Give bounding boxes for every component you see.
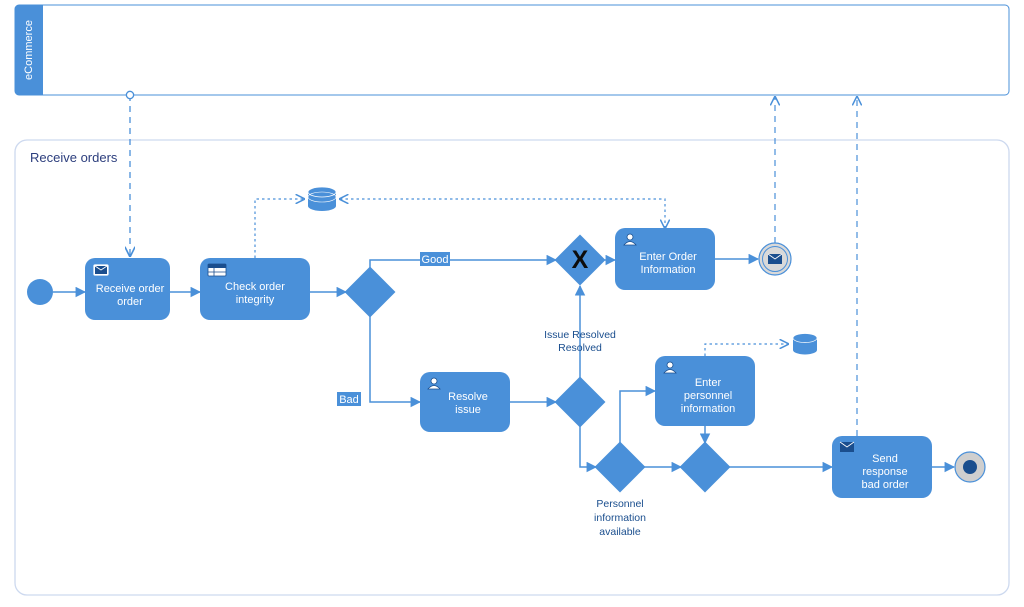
svg-text:eCommerce: eCommerce bbox=[23, 20, 35, 80]
group-receive-orders: Receive orders bbox=[15, 140, 1009, 595]
flow-resolve-down bbox=[580, 426, 596, 467]
svg-text:Receive orders: Receive orders bbox=[30, 150, 118, 165]
flow-good: Good bbox=[370, 252, 556, 268]
event-message-throw bbox=[759, 243, 791, 275]
svg-text:Receive order: Receive order bbox=[96, 283, 165, 295]
svg-text:issue: issue bbox=[455, 404, 481, 416]
start-event bbox=[27, 279, 53, 305]
task-receive-order: Receive order order bbox=[85, 258, 170, 320]
data-store-right bbox=[793, 334, 817, 355]
svg-text:Personnel: Personnel bbox=[596, 498, 643, 510]
svg-text:Resolved: Resolved bbox=[558, 342, 602, 354]
bpmn-diagram: eCommerce Receive orders Receive order o… bbox=[0, 0, 1024, 607]
svg-text:integrity: integrity bbox=[236, 294, 275, 306]
svg-text:order: order bbox=[117, 296, 143, 308]
task-enter-personnel: Enter personnel information bbox=[655, 356, 755, 426]
svg-text:Bad: Bad bbox=[339, 394, 359, 406]
svg-text:Good: Good bbox=[422, 254, 449, 266]
gateway-resolve bbox=[555, 377, 606, 428]
svg-text:information: information bbox=[681, 403, 735, 415]
task-resolve-issue: Resolve issue bbox=[420, 372, 510, 432]
svg-text:response: response bbox=[862, 466, 907, 478]
group-label: Receive orders bbox=[30, 150, 118, 165]
svg-text:Send: Send bbox=[872, 453, 898, 465]
svg-text:available: available bbox=[599, 526, 641, 538]
table-icon bbox=[208, 264, 226, 276]
svg-text:personnel: personnel bbox=[684, 390, 732, 402]
data-store-top bbox=[308, 187, 336, 211]
flow-personnel-up bbox=[620, 391, 655, 443]
gateway-merge-x: X bbox=[555, 235, 606, 286]
pool-label: eCommerce bbox=[23, 20, 35, 80]
svg-text:Information: Information bbox=[640, 264, 695, 276]
task-enter-order: Enter Order Information bbox=[615, 228, 715, 290]
svg-text:Enter: Enter bbox=[695, 377, 722, 389]
task-check-integrity: Check order integrity bbox=[200, 258, 310, 320]
svg-text:Check order: Check order bbox=[225, 281, 285, 293]
svg-text:bad order: bad order bbox=[861, 479, 908, 491]
data-assoc-personnel-store bbox=[705, 344, 788, 356]
svg-text:Enter Order: Enter Order bbox=[639, 251, 697, 263]
pool-ecommerce: eCommerce bbox=[15, 5, 1009, 95]
gateway-merge-personnel bbox=[680, 442, 731, 493]
message-icon bbox=[840, 442, 854, 452]
task-send-bad: Send response bad order bbox=[832, 436, 932, 498]
data-assoc-check-store bbox=[255, 199, 304, 258]
gateway-integrity bbox=[345, 267, 396, 318]
gateway-personnel bbox=[595, 442, 646, 493]
end-event bbox=[955, 452, 985, 482]
label-personnel-available: Personnel information available bbox=[594, 498, 646, 538]
message-icon bbox=[93, 264, 109, 276]
data-assoc-store-order bbox=[340, 199, 665, 228]
flow-bad: Bad bbox=[337, 316, 420, 406]
svg-text:X: X bbox=[572, 246, 589, 274]
svg-text:Issue Resolved: Issue Resolved bbox=[544, 329, 616, 341]
flow-issue-resolved: Issue Resolved Resolved bbox=[544, 286, 616, 378]
svg-text:information: information bbox=[594, 512, 646, 524]
svg-text:Resolve: Resolve bbox=[448, 391, 488, 403]
